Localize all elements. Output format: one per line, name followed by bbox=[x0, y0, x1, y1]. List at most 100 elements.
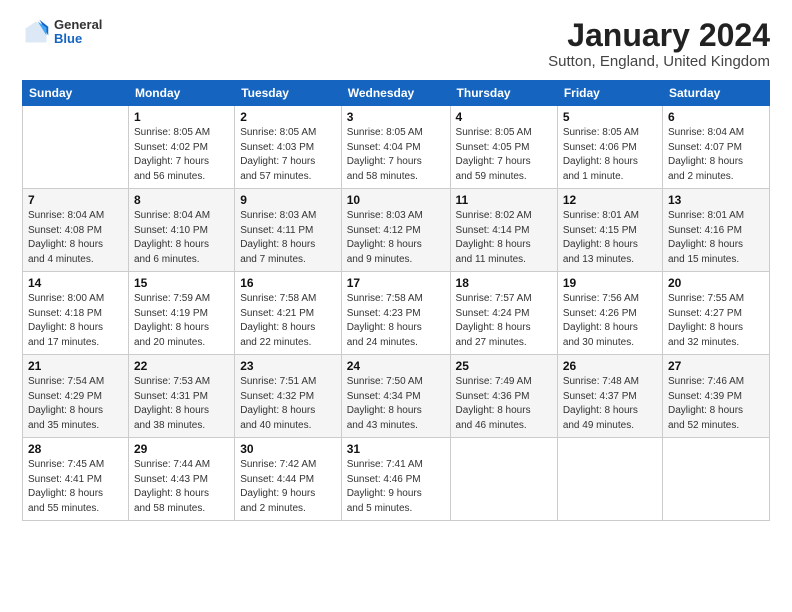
table-row: 26 Sunrise: 7:48 AM Sunset: 4:37 PM Dayli… bbox=[557, 355, 662, 438]
table-row bbox=[662, 438, 769, 521]
table-row: 3Sunrise: 8:05 AM Sunset: 4:04 PM Daylig… bbox=[341, 106, 450, 189]
week-row-3: 14Sunrise: 8:00 AM Sunset: 4:18 PM Dayli… bbox=[23, 272, 770, 355]
day-info: Sunrise: 7:44 AM Sunset: 4:43 PM Dayligh… bbox=[134, 458, 229, 516]
day-number: 1 bbox=[134, 110, 229, 124]
day-info: Sunrise: 8:05 AM Sunset: 4:04 PM Dayligh… bbox=[347, 126, 445, 184]
table-row: 27 Sunrise: 7:46 AM Sunset: 4:39 PM Dayli… bbox=[662, 355, 769, 438]
day-info: Sunrise: 8:05 AM Sunset: 4:03 PM Dayligh… bbox=[240, 126, 336, 184]
header: General Blue January 2024 Sutton, Englan… bbox=[22, 18, 770, 70]
day-info: Sunrise: 7:59 AM Sunset: 4:19 PM Dayligh… bbox=[134, 292, 229, 350]
table-row: 30Sunrise: 7:42 AM Sunset: 4:44 PM Dayli… bbox=[235, 438, 342, 521]
table-row: 12 Sunrise: 8:01 AM Sunset: 4:15 PM Dayli… bbox=[557, 189, 662, 272]
week-row-4: 21 Sunrise: 7:54 AM Sunset: 4:29 PM Dayli… bbox=[23, 355, 770, 438]
table-row: 5Sunrise: 8:05 AM Sunset: 4:06 PM Daylig… bbox=[557, 106, 662, 189]
day-number: 25 bbox=[456, 359, 552, 373]
day-info: Sunrise: 8:01 AM Sunset: 4:15 PM Dayligh… bbox=[563, 209, 657, 267]
table-row bbox=[450, 438, 557, 521]
col-friday: Friday bbox=[557, 81, 662, 106]
table-row: 13Sunrise: 8:01 AM Sunset: 4:16 PM Dayli… bbox=[662, 189, 769, 272]
table-row: 18 Sunrise: 7:57 AM Sunset: 4:24 PM Dayli… bbox=[450, 272, 557, 355]
col-thursday: Thursday bbox=[450, 81, 557, 106]
day-number: 16 bbox=[240, 276, 336, 290]
day-number: 17 bbox=[347, 276, 445, 290]
day-number: 19 bbox=[563, 276, 657, 290]
table-row: 1 Sunrise: 8:05 AM Sunset: 4:02 PM Daylig… bbox=[128, 106, 234, 189]
table-row: 31Sunrise: 7:41 AM Sunset: 4:46 PM Dayli… bbox=[341, 438, 450, 521]
table-row: 29Sunrise: 7:44 AM Sunset: 4:43 PM Dayli… bbox=[128, 438, 234, 521]
day-info: Sunrise: 8:01 AM Sunset: 4:16 PM Dayligh… bbox=[668, 209, 764, 267]
table-row: 17 Sunrise: 7:58 AM Sunset: 4:23 PM Dayli… bbox=[341, 272, 450, 355]
day-number: 21 bbox=[28, 359, 123, 373]
table-row: 28 Sunrise: 7:45 AM Sunset: 4:41 PM Dayli… bbox=[23, 438, 129, 521]
col-sunday: Sunday bbox=[23, 81, 129, 106]
day-info: Sunrise: 7:50 AM Sunset: 4:34 PM Dayligh… bbox=[347, 375, 445, 433]
day-number: 22 bbox=[134, 359, 229, 373]
day-number: 6 bbox=[668, 110, 764, 124]
day-number: 26 bbox=[563, 359, 657, 373]
table-row bbox=[23, 106, 129, 189]
table-row: 2 Sunrise: 8:05 AM Sunset: 4:03 PM Daylig… bbox=[235, 106, 342, 189]
day-info: Sunrise: 7:54 AM Sunset: 4:29 PM Dayligh… bbox=[28, 375, 123, 433]
day-number: 23 bbox=[240, 359, 336, 373]
day-number: 28 bbox=[28, 442, 123, 456]
location-label: Sutton, England, United Kingdom bbox=[548, 53, 770, 70]
table-row: 7Sunrise: 8:04 AM Sunset: 4:08 PM Daylig… bbox=[23, 189, 129, 272]
table-row: 8 Sunrise: 8:04 AM Sunset: 4:10 PM Daylig… bbox=[128, 189, 234, 272]
table-row bbox=[557, 438, 662, 521]
day-info: Sunrise: 7:49 AM Sunset: 4:36 PM Dayligh… bbox=[456, 375, 552, 433]
day-number: 24 bbox=[347, 359, 445, 373]
logo: General Blue bbox=[22, 18, 102, 47]
logo-blue-label: Blue bbox=[54, 32, 102, 46]
day-number: 20 bbox=[668, 276, 764, 290]
day-info: Sunrise: 8:00 AM Sunset: 4:18 PM Dayligh… bbox=[28, 292, 123, 350]
table-row: 21 Sunrise: 7:54 AM Sunset: 4:29 PM Dayli… bbox=[23, 355, 129, 438]
day-number: 7 bbox=[28, 193, 123, 207]
col-wednesday: Wednesday bbox=[341, 81, 450, 106]
day-info: Sunrise: 7:51 AM Sunset: 4:32 PM Dayligh… bbox=[240, 375, 336, 433]
day-number: 27 bbox=[668, 359, 764, 373]
title-block: January 2024 Sutton, England, United Kin… bbox=[548, 18, 770, 70]
day-info: Sunrise: 7:42 AM Sunset: 4:44 PM Dayligh… bbox=[240, 458, 336, 516]
day-info: Sunrise: 7:58 AM Sunset: 4:21 PM Dayligh… bbox=[240, 292, 336, 350]
week-row-2: 7Sunrise: 8:04 AM Sunset: 4:08 PM Daylig… bbox=[23, 189, 770, 272]
table-row: 20 Sunrise: 7:55 AM Sunset: 4:27 PM Dayli… bbox=[662, 272, 769, 355]
col-saturday: Saturday bbox=[662, 81, 769, 106]
day-info: Sunrise: 8:04 AM Sunset: 4:07 PM Dayligh… bbox=[668, 126, 764, 184]
day-info: Sunrise: 7:45 AM Sunset: 4:41 PM Dayligh… bbox=[28, 458, 123, 516]
day-number: 2 bbox=[240, 110, 336, 124]
logo-text: General Blue bbox=[54, 18, 102, 47]
table-row: 6 Sunrise: 8:04 AM Sunset: 4:07 PM Daylig… bbox=[662, 106, 769, 189]
day-number: 12 bbox=[563, 193, 657, 207]
day-info: Sunrise: 7:55 AM Sunset: 4:27 PM Dayligh… bbox=[668, 292, 764, 350]
day-info: Sunrise: 8:05 AM Sunset: 4:05 PM Dayligh… bbox=[456, 126, 552, 184]
day-number: 31 bbox=[347, 442, 445, 456]
day-info: Sunrise: 7:56 AM Sunset: 4:26 PM Dayligh… bbox=[563, 292, 657, 350]
day-info: Sunrise: 7:46 AM Sunset: 4:39 PM Dayligh… bbox=[668, 375, 764, 433]
day-number: 18 bbox=[456, 276, 552, 290]
month-title: January 2024 bbox=[548, 18, 770, 53]
day-info: Sunrise: 8:04 AM Sunset: 4:10 PM Dayligh… bbox=[134, 209, 229, 267]
day-number: 8 bbox=[134, 193, 229, 207]
day-info: Sunrise: 8:03 AM Sunset: 4:11 PM Dayligh… bbox=[240, 209, 336, 267]
day-info: Sunrise: 7:58 AM Sunset: 4:23 PM Dayligh… bbox=[347, 292, 445, 350]
logo-general-label: General bbox=[54, 18, 102, 32]
day-number: 4 bbox=[456, 110, 552, 124]
table-row: 15 Sunrise: 7:59 AM Sunset: 4:19 PM Dayli… bbox=[128, 272, 234, 355]
table-row: 10Sunrise: 8:03 AM Sunset: 4:12 PM Dayli… bbox=[341, 189, 450, 272]
table-row: 14Sunrise: 8:00 AM Sunset: 4:18 PM Dayli… bbox=[23, 272, 129, 355]
col-tuesday: Tuesday bbox=[235, 81, 342, 106]
table-row: 9Sunrise: 8:03 AM Sunset: 4:11 PM Daylig… bbox=[235, 189, 342, 272]
day-info: Sunrise: 7:48 AM Sunset: 4:37 PM Dayligh… bbox=[563, 375, 657, 433]
day-number: 15 bbox=[134, 276, 229, 290]
day-info: Sunrise: 8:02 AM Sunset: 4:14 PM Dayligh… bbox=[456, 209, 552, 267]
table-row: 16 Sunrise: 7:58 AM Sunset: 4:21 PM Dayli… bbox=[235, 272, 342, 355]
week-row-1: 1 Sunrise: 8:05 AM Sunset: 4:02 PM Daylig… bbox=[23, 106, 770, 189]
page: General Blue January 2024 Sutton, Englan… bbox=[0, 0, 792, 531]
day-info: Sunrise: 7:57 AM Sunset: 4:24 PM Dayligh… bbox=[456, 292, 552, 350]
logo-icon bbox=[22, 18, 50, 46]
col-monday: Monday bbox=[128, 81, 234, 106]
day-info: Sunrise: 8:05 AM Sunset: 4:02 PM Dayligh… bbox=[134, 126, 229, 184]
day-info: Sunrise: 8:05 AM Sunset: 4:06 PM Dayligh… bbox=[563, 126, 657, 184]
day-number: 11 bbox=[456, 193, 552, 207]
table-row: 25 Sunrise: 7:49 AM Sunset: 4:36 PM Dayli… bbox=[450, 355, 557, 438]
